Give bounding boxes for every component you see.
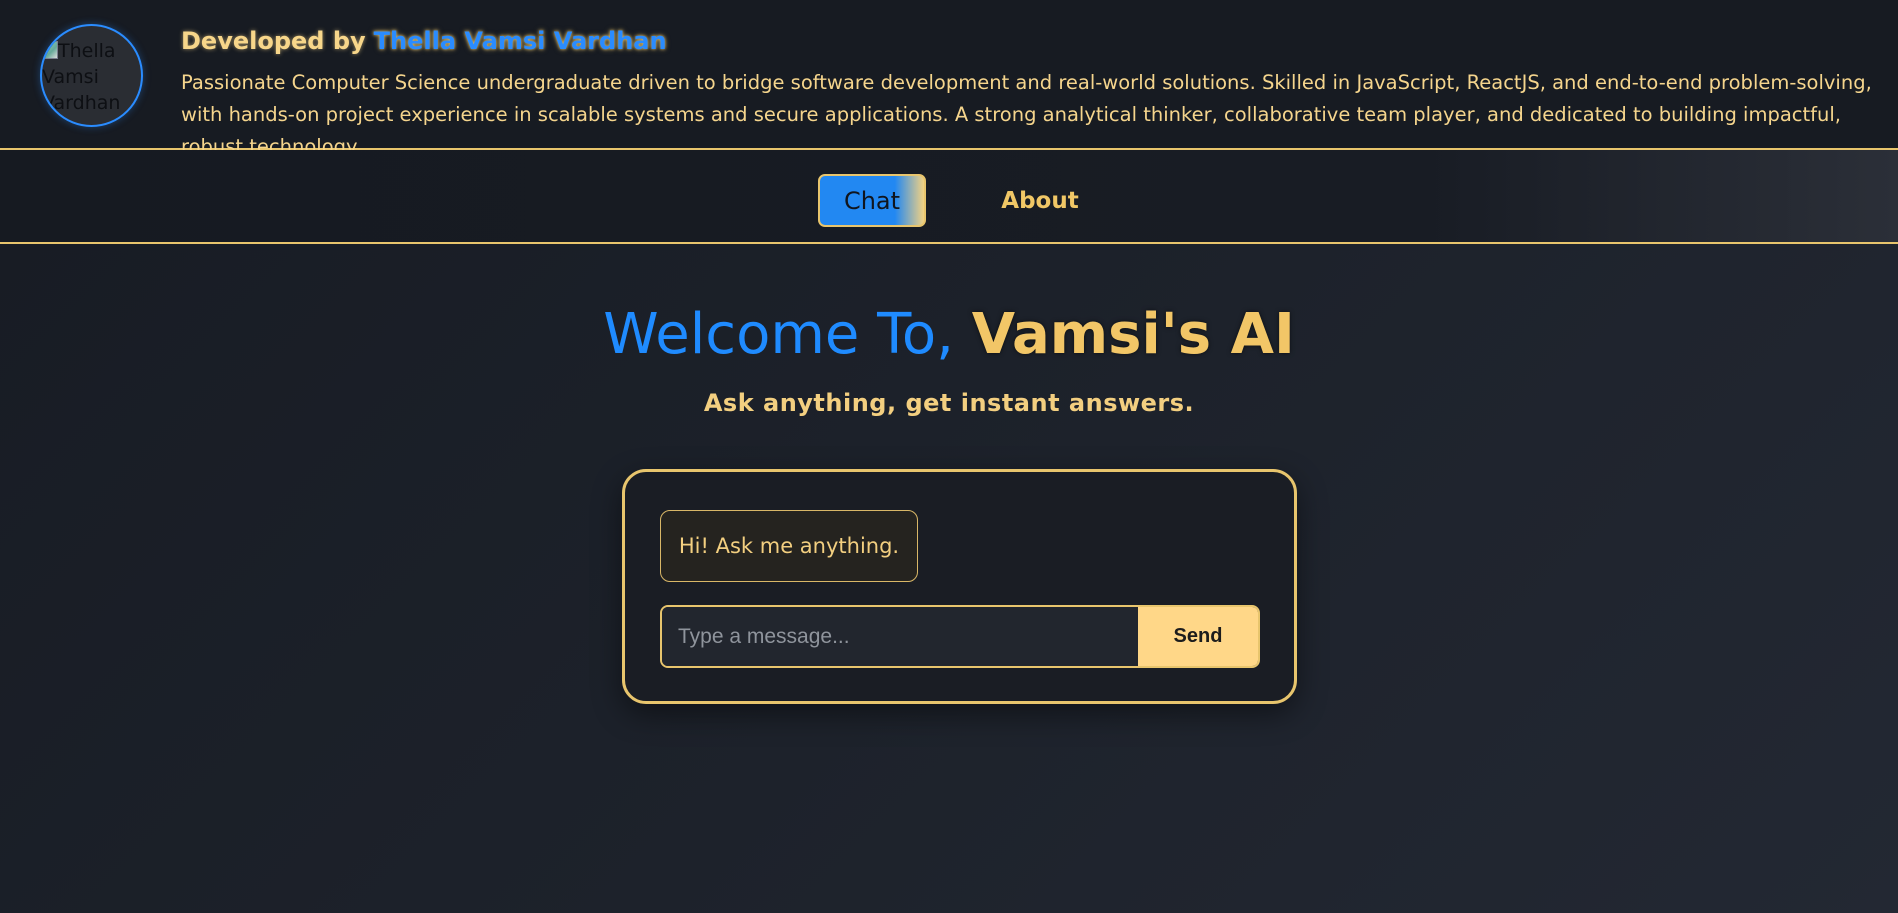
send-button[interactable]: Send	[1138, 607, 1258, 666]
developer-avatar: Thella Vamsi Vardhan	[40, 24, 143, 127]
developed-by-label: Developed by	[181, 27, 366, 55]
welcome-brand: Vamsi's AI	[971, 302, 1295, 367]
header: Thella Vamsi Vardhan Developed by Thella …	[0, 0, 1898, 158]
chat-panel: Hi! Ask me anything. Send	[622, 469, 1297, 704]
bot-message: Hi! Ask me anything.	[660, 510, 918, 582]
avatar-alt-text: Thella Vamsi Vardhan	[42, 40, 121, 114]
welcome-subtitle: Ask anything, get instant answers.	[703, 389, 1195, 417]
tab-chat[interactable]: Chat	[818, 174, 926, 227]
developer-bio: Passionate Computer Science undergraduat…	[181, 71, 1872, 158]
nav-bar: Chat About	[0, 150, 1898, 244]
message-input[interactable]	[662, 607, 1138, 666]
broken-image-icon	[42, 41, 58, 59]
developer-name: Thella Vamsi Vardhan	[373, 27, 667, 55]
message-composer: Send	[660, 605, 1260, 668]
welcome-heading: Welcome To, Vamsi's AI	[0, 300, 1898, 370]
welcome-prefix: Welcome To,	[603, 302, 954, 367]
developer-credit: Developed by Thella Vamsi Vardhan	[181, 27, 667, 55]
tab-about[interactable]: About	[990, 174, 1090, 227]
